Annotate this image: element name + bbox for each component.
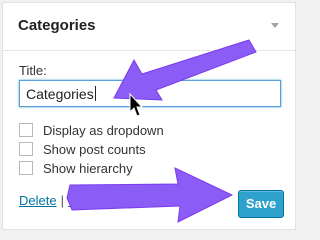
option-display-dropdown[interactable]: Display as dropdown <box>19 123 209 139</box>
widget-title: Categories <box>18 17 96 34</box>
display-dropdown-checkbox[interactable] <box>19 123 33 137</box>
save-button[interactable]: Save <box>238 190 284 218</box>
action-separator: | <box>60 193 64 208</box>
display-dropdown-label[interactable]: Display as dropdown <box>43 123 164 138</box>
collapse-arrow-icon[interactable] <box>271 23 279 28</box>
title-input[interactable]: Categories <box>19 80 281 107</box>
text-caret <box>94 86 96 101</box>
categories-widget: Categories Title: Categories Display as … <box>2 2 296 230</box>
title-input-value[interactable]: Categories <box>26 86 96 102</box>
widget-header[interactable]: Categories <box>3 3 295 51</box>
title-field-label: Title: <box>19 63 47 78</box>
widget-actions: Delete | Close <box>19 193 101 208</box>
show-hierarchy-checkbox[interactable] <box>19 161 33 175</box>
show-post-counts-label[interactable]: Show post counts <box>43 142 146 157</box>
delete-link[interactable]: Delete <box>19 193 57 208</box>
close-link[interactable]: Close <box>68 193 101 208</box>
option-show-post-counts[interactable]: Show post counts <box>19 142 189 158</box>
show-post-counts-checkbox[interactable] <box>19 142 33 156</box>
option-show-hierarchy[interactable]: Show hierarchy <box>19 161 179 177</box>
show-hierarchy-label[interactable]: Show hierarchy <box>43 161 133 176</box>
